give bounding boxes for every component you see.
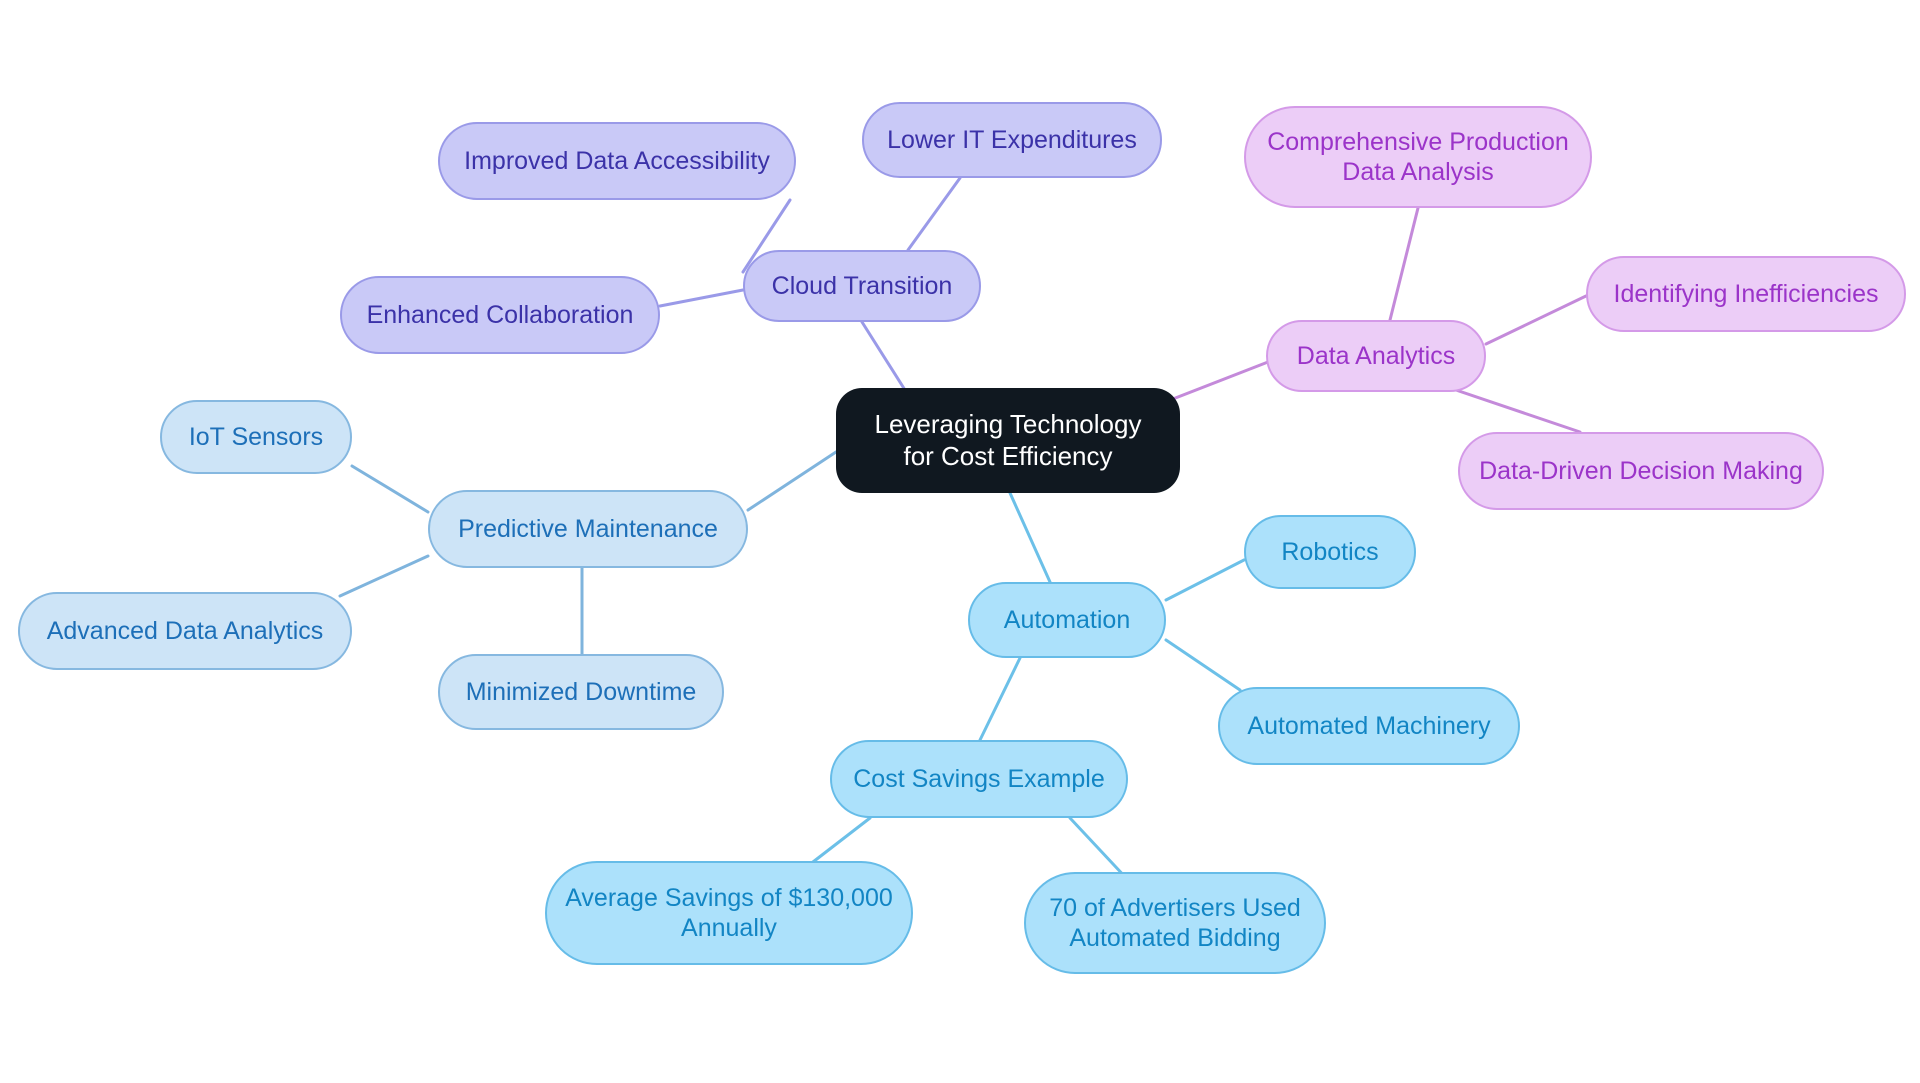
- leaf-node-70-of-advertisers-used-automated-bidding[interactable]: 70 of Advertisers Used Automated Bidding: [1024, 872, 1326, 974]
- edge-predictive-maintenance-to-advanced-data-analytics: [338, 554, 430, 598]
- edge-root-to-predictive-maintenance: [746, 450, 838, 512]
- mindmap-root-node[interactable]: Leveraging Technology for Cost Efficienc…: [836, 388, 1180, 493]
- leaf-node-robotics[interactable]: Robotics: [1244, 515, 1416, 589]
- edge-data-analytics-to-data-driven-decision-making: [1448, 386, 1582, 434]
- leaf-node-identifying-inefficiencies[interactable]: Identifying Inefficiencies: [1586, 256, 1906, 332]
- leaf-node-comprehensive-production-data-analysis[interactable]: Comprehensive Production Data Analysis: [1244, 106, 1592, 208]
- leaf-node-data-driven-decision-making[interactable]: Data-Driven Decision Making: [1458, 432, 1824, 510]
- leaf-node-average-savings-of-130000-annually[interactable]: Average Savings of $130,000 Annually: [545, 861, 913, 965]
- branch-node-automation[interactable]: Automation: [968, 582, 1166, 658]
- leaf-node-advanced-data-analytics[interactable]: Advanced Data Analytics: [18, 592, 352, 670]
- edge-predictive-maintenance-to-iot-sensors: [350, 464, 430, 514]
- edge-data-analytics-to-identifying-inefficiencies: [1484, 294, 1588, 346]
- leaf-node-enhanced-collaboration[interactable]: Enhanced Collaboration: [340, 276, 660, 354]
- edge-cost-savings-example-to-70-of-advertisers-used-automated-bidding: [1068, 816, 1130, 882]
- leaf-node-lower-it-expenditures[interactable]: Lower IT Expenditures: [862, 102, 1162, 178]
- branch-node-data-analytics[interactable]: Data Analytics: [1266, 320, 1486, 392]
- leaf-node-improved-data-accessibility[interactable]: Improved Data Accessibility: [438, 122, 796, 200]
- edge-root-to-cloud-transition: [860, 320, 907, 392]
- edge-root-to-automation: [1008, 491, 1052, 584]
- mindmap-canvas: Leveraging Technology for Cost Efficienc…: [0, 0, 1920, 1083]
- edge-cloud-transition-to-lower-it-expenditures: [906, 176, 962, 252]
- leaf-node-cost-savings-example[interactable]: Cost Savings Example: [830, 740, 1128, 818]
- edge-root-to-data-analytics: [1158, 360, 1270, 406]
- edge-automation-to-automated-machinery: [1164, 638, 1242, 692]
- edge-automation-to-robotics: [1164, 558, 1246, 602]
- edge-data-analytics-to-comprehensive-production-data-analysis: [1388, 206, 1420, 322]
- leaf-node-iot-sensors[interactable]: IoT Sensors: [160, 400, 352, 474]
- leaf-node-automated-machinery[interactable]: Automated Machinery: [1218, 687, 1520, 765]
- edge-cloud-transition-to-enhanced-collaboration: [658, 288, 745, 308]
- leaf-node-minimized-downtime[interactable]: Minimized Downtime: [438, 654, 724, 730]
- branch-node-predictive-maintenance[interactable]: Predictive Maintenance: [428, 490, 748, 568]
- branch-node-cloud-transition[interactable]: Cloud Transition: [743, 250, 981, 322]
- edge-automation-to-cost-savings-example: [978, 656, 1022, 742]
